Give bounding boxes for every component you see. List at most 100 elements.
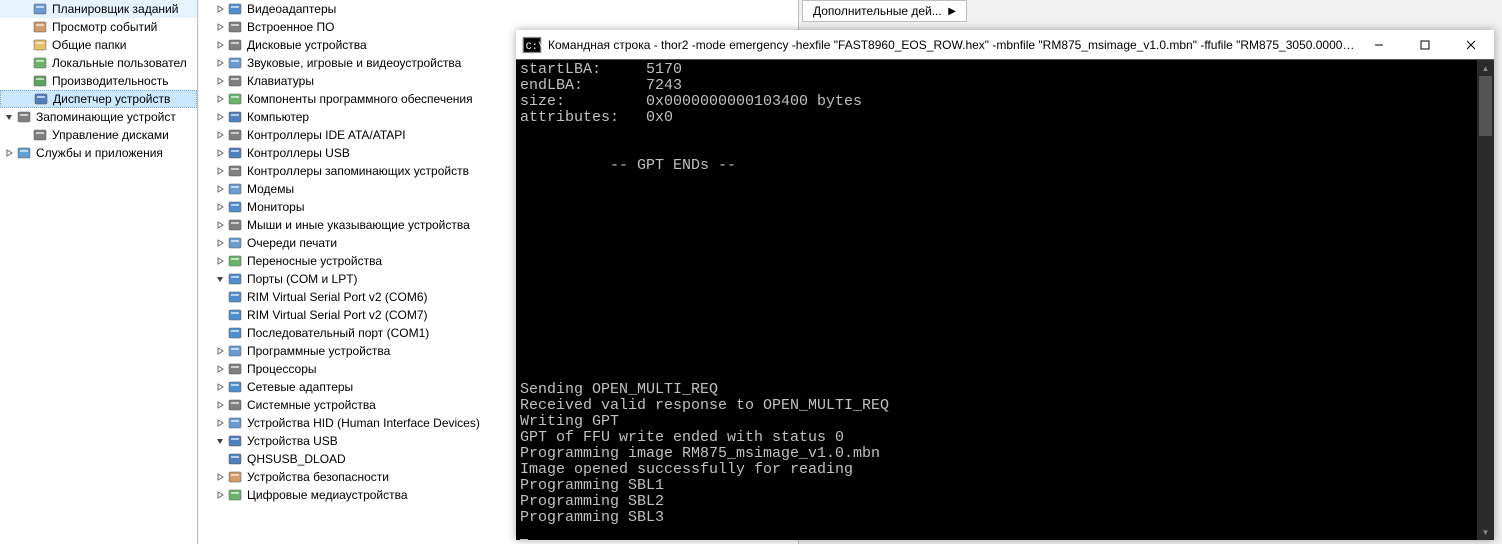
expander-icon[interactable] bbox=[213, 38, 227, 52]
device-label: Цифровые медиаустройства bbox=[247, 488, 408, 502]
cmd-icon: C:\ bbox=[522, 35, 542, 55]
device-label: Порты (COM и LPT) bbox=[247, 272, 358, 286]
port-icon bbox=[227, 307, 243, 323]
computer-icon bbox=[227, 109, 243, 125]
expander-icon[interactable] bbox=[213, 344, 227, 358]
expander-icon[interactable] bbox=[2, 110, 16, 124]
expander-icon[interactable] bbox=[213, 236, 227, 250]
tree-item-label: Просмотр событий bbox=[52, 20, 157, 34]
expander-icon[interactable] bbox=[213, 218, 227, 232]
tree-item-label: Производительность bbox=[52, 74, 168, 88]
expander-icon[interactable] bbox=[213, 398, 227, 412]
storage-icon bbox=[227, 163, 243, 179]
expander-icon[interactable] bbox=[18, 128, 32, 142]
mouse-icon bbox=[227, 217, 243, 233]
expander-icon[interactable] bbox=[213, 20, 227, 34]
expander-icon[interactable] bbox=[213, 416, 227, 430]
expander-icon[interactable] bbox=[213, 56, 227, 70]
mmc-tree-item[interactable]: Диспетчер устройств bbox=[0, 90, 197, 108]
device-label: Дисковые устройства bbox=[247, 38, 367, 52]
device-label: Процессоры bbox=[247, 362, 317, 376]
device-label: Контроллеры IDE ATA/ATAPI bbox=[247, 128, 406, 142]
expander-icon[interactable] bbox=[213, 110, 227, 124]
expander-icon[interactable] bbox=[19, 92, 33, 106]
device-label: Устройства HID (Human Interface Devices) bbox=[247, 416, 480, 430]
mmc-tree-item[interactable]: Производительность bbox=[0, 72, 197, 90]
expander-icon[interactable] bbox=[213, 200, 227, 214]
mmc-tree-item[interactable]: Службы и приложения bbox=[0, 144, 197, 162]
disk-icon bbox=[32, 127, 48, 143]
expander-icon[interactable] bbox=[213, 74, 227, 88]
expander-icon[interactable] bbox=[213, 146, 227, 160]
diskdrv-icon bbox=[227, 37, 243, 53]
expander-icon[interactable] bbox=[213, 128, 227, 142]
console-output[interactable]: startLBA: 5170 endLBA: 7243 size: 0x0000… bbox=[516, 60, 1494, 540]
expander-icon[interactable] bbox=[213, 434, 227, 448]
expander-icon[interactable] bbox=[213, 470, 227, 484]
console-scrollbar[interactable]: ▲ ▼ bbox=[1477, 60, 1494, 540]
perf-icon bbox=[32, 73, 48, 89]
device-label: Последовательный порт (COM1) bbox=[247, 326, 429, 340]
expander-icon[interactable] bbox=[213, 488, 227, 502]
mmc-tree-item[interactable]: Управление дисками bbox=[0, 126, 197, 144]
minimize-button[interactable] bbox=[1356, 30, 1402, 60]
device-label: Звуковые, игровые и видеоустройства bbox=[247, 56, 461, 70]
cpu-icon bbox=[227, 361, 243, 377]
expander-icon[interactable] bbox=[213, 326, 227, 340]
device-label: Модемы bbox=[247, 182, 294, 196]
tree-item-label: Службы и приложения bbox=[36, 146, 163, 160]
mmc-tree-item[interactable]: Запоминающие устройст bbox=[0, 108, 197, 126]
hid-icon bbox=[227, 415, 243, 431]
expander-icon[interactable] bbox=[18, 74, 32, 88]
window-title: Командная строка - thor2 -mode emergency… bbox=[548, 38, 1356, 52]
scroll-down-arrow[interactable]: ▼ bbox=[1477, 524, 1494, 540]
tree-item-label: Диспетчер устройств bbox=[53, 92, 170, 106]
task-icon bbox=[32, 1, 48, 17]
firmware-icon bbox=[227, 19, 243, 35]
scroll-up-arrow[interactable]: ▲ bbox=[1477, 60, 1494, 76]
ports-icon bbox=[227, 271, 243, 287]
modem-icon bbox=[227, 181, 243, 197]
device-label: Переносные устройства bbox=[247, 254, 382, 268]
keyboard-icon bbox=[227, 73, 243, 89]
expander-icon[interactable] bbox=[213, 290, 227, 304]
mmc-navigation-tree: Планировщик заданий Просмотр событий Общие… bbox=[0, 0, 198, 544]
mmc-tree-item[interactable]: Планировщик заданий bbox=[0, 0, 197, 18]
expander-icon[interactable] bbox=[18, 2, 32, 16]
expander-icon[interactable] bbox=[213, 92, 227, 106]
expander-icon[interactable] bbox=[213, 362, 227, 376]
network-icon bbox=[227, 379, 243, 395]
folder-icon bbox=[32, 37, 48, 53]
svg-text:C:\: C:\ bbox=[526, 40, 542, 52]
device-label: Мониторы bbox=[247, 200, 304, 214]
port-icon bbox=[227, 325, 243, 341]
device-tree-item[interactable]: Видеоадаптеры bbox=[199, 0, 798, 18]
expander-icon[interactable] bbox=[18, 38, 32, 52]
storage-icon bbox=[16, 109, 32, 125]
expander-icon[interactable] bbox=[213, 254, 227, 268]
expander-icon[interactable] bbox=[213, 308, 227, 322]
mmc-tree-item[interactable]: Локальные пользовател bbox=[0, 54, 197, 72]
expander-icon[interactable] bbox=[18, 56, 32, 70]
device-label: Компьютер bbox=[247, 110, 309, 124]
expander-icon[interactable] bbox=[213, 452, 227, 466]
system-icon bbox=[227, 397, 243, 413]
window-titlebar[interactable]: C:\ Командная строка - thor2 -mode emerg… bbox=[516, 30, 1494, 60]
expander-icon[interactable] bbox=[2, 146, 16, 160]
expander-icon[interactable] bbox=[213, 164, 227, 178]
tree-item-label: Планировщик заданий bbox=[52, 2, 178, 16]
expander-icon[interactable] bbox=[213, 2, 227, 16]
expander-icon[interactable] bbox=[213, 272, 227, 286]
maximize-button[interactable] bbox=[1402, 30, 1448, 60]
expander-icon[interactable] bbox=[18, 20, 32, 34]
mmc-tree-item[interactable]: Просмотр событий bbox=[0, 18, 197, 36]
mmc-tree-item[interactable]: Общие папки bbox=[0, 36, 197, 54]
expander-icon[interactable] bbox=[213, 380, 227, 394]
actions-more-button[interactable]: Дополнительные дей... ▶ bbox=[802, 0, 967, 22]
scrollbar-thumb[interactable] bbox=[1479, 76, 1492, 136]
media-icon bbox=[227, 487, 243, 503]
expander-icon[interactable] bbox=[213, 182, 227, 196]
device-label: Устройства безопасности bbox=[247, 470, 389, 484]
close-button[interactable] bbox=[1448, 30, 1494, 60]
device-label: Контроллеры USB bbox=[247, 146, 350, 160]
